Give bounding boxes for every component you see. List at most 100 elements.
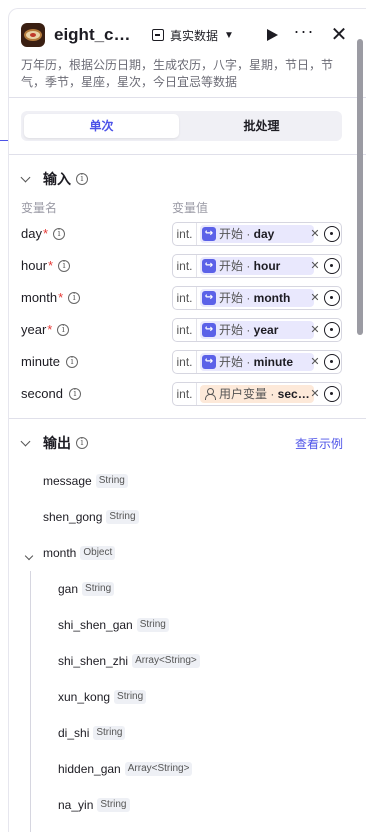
target-icon[interactable] (324, 322, 340, 338)
type-label: int. (173, 223, 197, 245)
variable-reference[interactable]: ↪ 开始 · month (200, 289, 314, 307)
tree-connector (30, 571, 31, 832)
info-icon: i (68, 291, 81, 304)
chevron-down-icon[interactable] (25, 553, 35, 563)
info-icon: i (76, 437, 88, 449)
data-mode-dropdown[interactable]: 真实数据 ▼ (152, 25, 234, 45)
divider (9, 97, 366, 98)
required-mark: * (42, 226, 49, 241)
type-label: int. (173, 319, 197, 341)
tab-batch[interactable]: 批处理 (184, 114, 339, 138)
var-name: second (21, 386, 63, 401)
clear-icon[interactable]: ✕ (309, 287, 321, 309)
type-tag: Array<String> (132, 654, 200, 668)
output-section-title: 输出 (43, 435, 71, 451)
var-value-field[interactable]: int. ↪ 开始 · month ✕ (172, 286, 342, 310)
user-icon (204, 388, 216, 400)
data-mode-label: 真实数据 (170, 28, 219, 43)
close-icon[interactable]: ✕ (327, 23, 351, 47)
var-value-field[interactable]: int. ↪ 开始 · day ✕ (172, 222, 342, 246)
var-value-field[interactable]: int. ↪ 开始 · year ✕ (172, 318, 342, 342)
start-node-icon: ↪ (202, 259, 216, 273)
clear-icon[interactable]: ✕ (309, 383, 321, 405)
var-value-field[interactable]: int. ↪ 开始 · minute ✕ (172, 350, 342, 374)
var-value-field[interactable]: int. ↪ 开始 · hour ✕ (172, 254, 342, 278)
info-icon: i (58, 259, 71, 272)
type-tag: String (93, 726, 126, 740)
var-name: month (21, 290, 58, 305)
input-row-second: second i int. 用户变量 · sec… ✕ (21, 382, 343, 408)
info-icon: i (53, 227, 66, 240)
type-tag: Array<String> (124, 762, 193, 776)
output-section-header[interactable]: 输出 i (21, 433, 88, 453)
var-name: minute (21, 354, 61, 369)
variable-reference[interactable]: ↪ 开始 · hour (200, 257, 314, 275)
output-child-item: na_yin String (58, 796, 130, 814)
output-child-item: shi_shen_zhi Array<String> (58, 652, 200, 670)
type-tag: String (106, 510, 139, 524)
node-panel: eight_c… 真实数据 ▼ ··· ✕ 万年历，根据公历日期，生成农历，八字… (8, 8, 366, 832)
input-row-month: month * i int. ↪ 开始 · month ✕ (21, 286, 343, 312)
node-title[interactable]: eight_c… (54, 23, 131, 47)
col-header-value: 变量值 (172, 201, 209, 215)
output-item: shen_gong String (43, 508, 139, 526)
info-icon: i (66, 355, 79, 368)
clear-icon[interactable]: ✕ (309, 351, 321, 373)
type-label: int. (173, 351, 197, 373)
info-icon: i (68, 387, 81, 400)
input-row-year: year * i int. ↪ 开始 · year ✕ (21, 318, 343, 344)
target-icon[interactable] (324, 258, 340, 274)
target-icon[interactable] (324, 290, 340, 306)
view-example-link[interactable]: 查看示例 (295, 435, 343, 452)
type-tag: String (82, 582, 115, 596)
vertical-scrollbar[interactable] (357, 39, 363, 335)
clear-icon[interactable]: ✕ (309, 255, 321, 277)
clear-icon[interactable]: ✕ (309, 223, 321, 245)
tab-single[interactable]: 单次 (24, 114, 179, 138)
caret-down-icon: ▼ (224, 29, 234, 41)
divider (9, 154, 366, 155)
type-tag: String (136, 618, 169, 632)
run-mode-tabs: 单次 批处理 (21, 111, 342, 141)
input-section-header[interactable]: 输入 i (21, 169, 88, 189)
output-item-object: month Object (43, 544, 116, 562)
target-icon[interactable] (324, 354, 340, 370)
type-tag: Object (80, 546, 116, 560)
info-icon: i (57, 323, 70, 336)
variable-reference[interactable]: ↪ 开始 · year (200, 321, 314, 339)
required-mark: * (58, 290, 64, 305)
output-child-item: hidden_gan Array<String> (58, 760, 193, 778)
type-tag: String (97, 798, 130, 812)
required-mark: * (48, 258, 54, 273)
var-name: day (21, 226, 42, 241)
chevron-down-icon (21, 174, 31, 184)
start-node-icon: ↪ (202, 323, 216, 337)
col-header-name: 变量名 (21, 201, 58, 215)
input-section-title: 输入 (43, 171, 71, 187)
play-icon[interactable] (261, 25, 281, 45)
output-child-item: shi_shen_gan String (58, 616, 169, 634)
database-icon (152, 29, 164, 41)
clear-icon[interactable]: ✕ (309, 319, 321, 341)
target-icon[interactable] (324, 226, 340, 242)
input-row-minute: minute i int. ↪ 开始 · minute ✕ (21, 350, 343, 376)
start-node-icon: ↪ (202, 291, 216, 305)
type-label: int. (173, 255, 197, 277)
node-description: 万年历，根据公历日期，生成农历，八字，星期，节日，节气，季节，星座，星次，今日宜… (21, 58, 334, 89)
input-row-hour: hour * i int. ↪ 开始 · hour ✕ (21, 254, 343, 280)
variable-reference[interactable]: ↪ 开始 · minute (200, 353, 314, 371)
variable-reference[interactable]: ↪ 开始 · day (200, 225, 314, 243)
chevron-down-icon (21, 438, 31, 448)
var-name: year (21, 322, 47, 337)
node-avatar-icon (21, 23, 45, 47)
input-row-day: day * i int. ↪ 开始 · day ✕ (21, 222, 343, 248)
target-icon[interactable] (324, 386, 340, 402)
output-child-item: gan String (58, 580, 115, 598)
type-tag: String (95, 474, 128, 488)
output-item: message String (43, 472, 128, 490)
variable-reference[interactable]: 用户变量 · sec… (200, 385, 314, 403)
var-value-field[interactable]: int. 用户变量 · sec… ✕ (172, 382, 342, 406)
output-child-item: xun_kong String (58, 688, 147, 706)
more-icon[interactable]: ··· (293, 22, 315, 45)
type-tag: String (114, 690, 147, 704)
